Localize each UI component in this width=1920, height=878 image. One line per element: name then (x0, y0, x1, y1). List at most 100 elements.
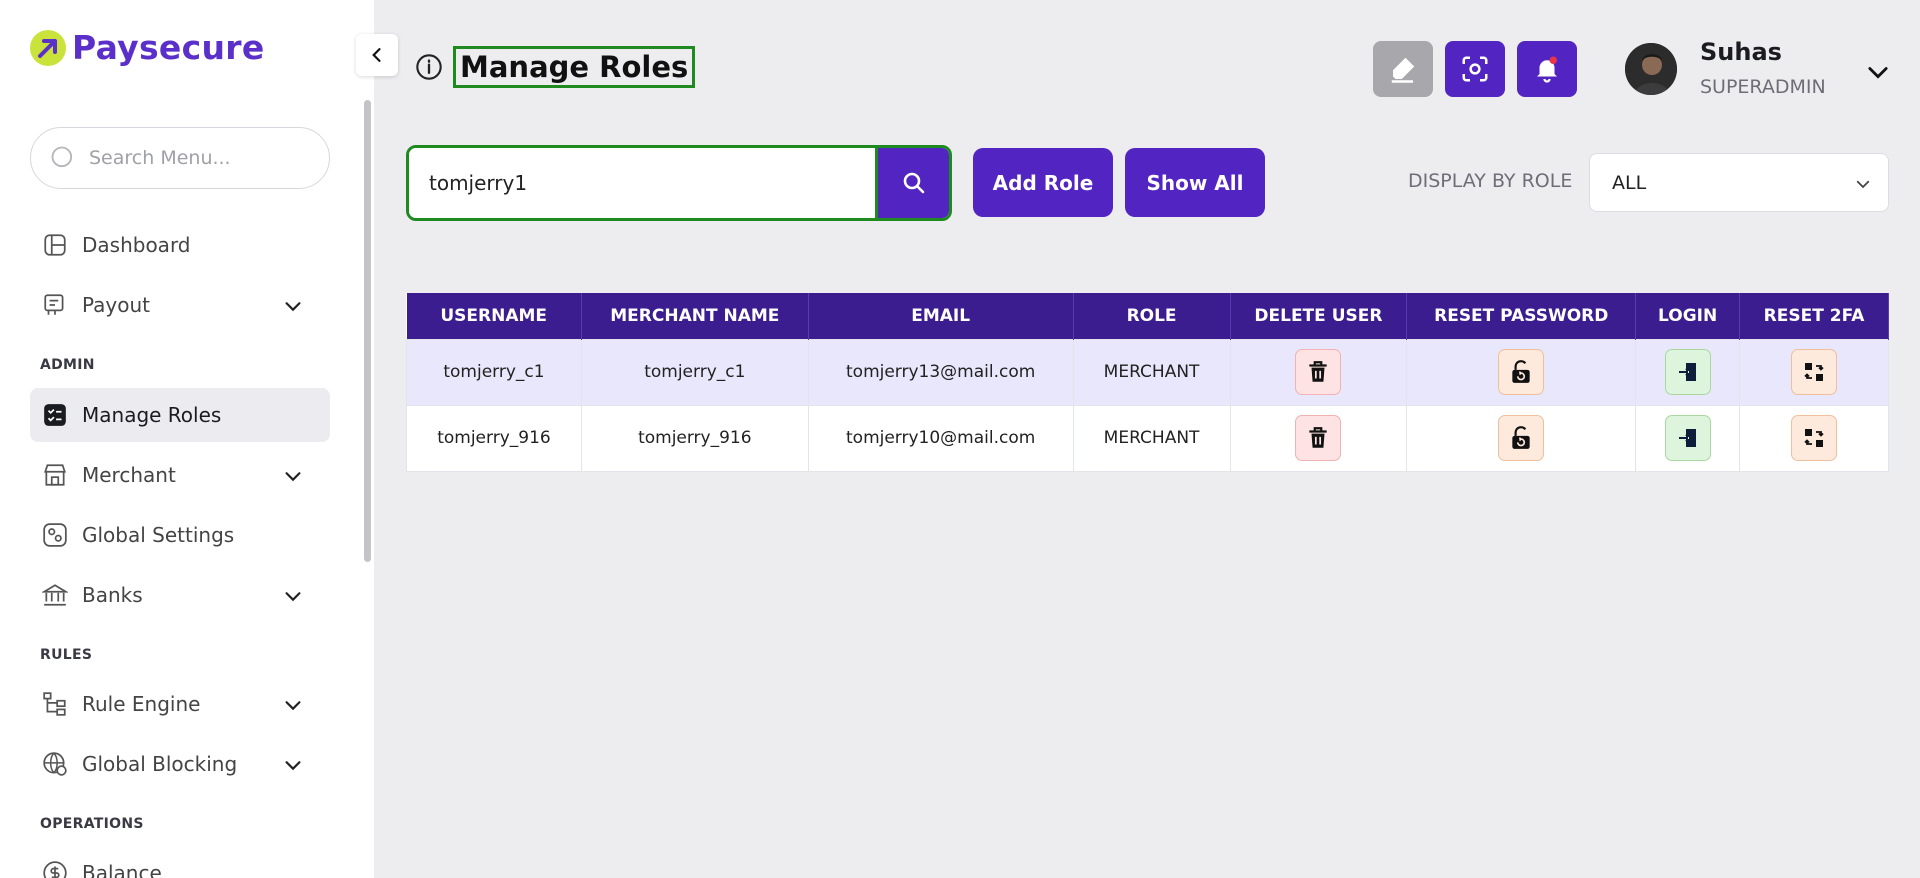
login-icon (1678, 363, 1696, 381)
chevron-left-icon (372, 48, 381, 62)
search-icon (51, 146, 73, 168)
qr-reset-icon (1804, 429, 1824, 447)
login-as-user-button[interactable] (1664, 349, 1711, 395)
column-header-merchant-name[interactable]: MERCHANT NAME (581, 293, 809, 339)
table-row[interactable]: tomjerry_916 tomjerry_916 tomjerry10@mai… (406, 404, 1889, 472)
sidebar-item-payout[interactable]: Payout (30, 278, 330, 332)
search-menu-input[interactable] (89, 147, 299, 169)
bank-icon (42, 584, 68, 606)
sidebar-item-merchant[interactable]: Merchant (30, 448, 330, 502)
sidebar-item-label: Balance (82, 861, 162, 878)
page-title: Manage Roles (453, 46, 696, 88)
chevron-down-icon (285, 592, 301, 602)
store-icon (44, 464, 66, 486)
sidebar-item-label: Payout (82, 293, 151, 317)
table-header-row: USERNAME MERCHANT NAME EMAIL ROLE DELETE… (406, 293, 1889, 339)
highlighter-button[interactable] (1373, 41, 1433, 97)
cell-username: tomjerry_916 (406, 404, 582, 472)
delete-user-button[interactable] (1295, 349, 1342, 395)
page-header: Manage Roles (415, 46, 696, 88)
column-header-login: LOGIN (1635, 293, 1741, 339)
sidebar-item-balance[interactable]: Balance (30, 846, 330, 878)
section-label-operations: OPERATIONS (40, 816, 144, 832)
search-icon (903, 172, 924, 194)
settings-sliders-icon (43, 523, 67, 547)
trash-icon (1309, 361, 1328, 382)
unlock-reset-icon (1512, 426, 1530, 449)
reset-2fa-button[interactable] (1791, 415, 1838, 461)
chevron-down-icon (1856, 180, 1870, 189)
notifications-button[interactable] (1517, 41, 1577, 97)
sidebar-item-label: Merchant (82, 463, 176, 487)
login-as-user-button[interactable] (1664, 415, 1711, 461)
trash-icon (1309, 427, 1328, 448)
chevron-down-icon (285, 761, 301, 771)
chevron-down-icon (285, 302, 301, 312)
screenshot-button[interactable] (1445, 41, 1505, 97)
sidebar-scrollbar[interactable] (364, 100, 371, 562)
column-header-reset-2fa: RESET 2FA (1739, 293, 1889, 339)
user-role: SUPERADMIN (1700, 76, 1826, 98)
roles-search-field[interactable] (406, 145, 952, 221)
sidebar-item-label: Global Blocking (82, 752, 238, 776)
column-header-email[interactable]: EMAIL (808, 293, 1074, 339)
search-menu-field[interactable] (30, 127, 330, 189)
sidebar-item-label: Global Settings (82, 523, 235, 547)
section-label-admin: ADMIN (40, 357, 95, 373)
add-role-button[interactable]: Add Role (973, 148, 1113, 217)
sidebar: Paysecure Dashboard Payout ADMIN Manage … (0, 0, 374, 878)
sidebar-item-label: Manage Roles (82, 403, 222, 427)
column-header-delete-user: DELETE USER (1230, 293, 1408, 339)
brand-name: Paysecure (72, 28, 265, 67)
display-by-role-label: DISPLAY BY ROLE (1408, 170, 1573, 192)
roles-table: USERNAME MERCHANT NAME EMAIL ROLE DELETE… (406, 293, 1889, 472)
avatar[interactable] (1625, 43, 1677, 95)
sidebar-item-label: Rule Engine (82, 692, 201, 716)
sidebar-item-global-settings[interactable]: Global Settings (30, 508, 330, 562)
reset-2fa-button[interactable] (1791, 349, 1838, 395)
collapse-sidebar-button[interactable] (356, 34, 398, 76)
payout-icon (44, 294, 64, 315)
section-label-rules: RULES (40, 647, 93, 663)
checklist-icon (44, 404, 66, 426)
dollar-icon (43, 861, 67, 878)
role-filter-select[interactable]: ALL (1589, 153, 1889, 212)
cell-username: tomjerry_c1 (406, 338, 582, 406)
column-header-role[interactable]: ROLE (1073, 293, 1231, 339)
delete-user-button[interactable] (1295, 415, 1342, 461)
sidebar-item-dashboard[interactable]: Dashboard (30, 218, 330, 272)
cell-email: tomjerry13@mail.com (807, 338, 1074, 406)
dashboard-icon (44, 234, 66, 256)
bell-icon (1537, 56, 1557, 83)
roles-search-input[interactable] (409, 148, 875, 218)
cell-merchant-name: tomjerry_c1 (580, 338, 809, 406)
sidebar-item-manage-roles[interactable]: Manage Roles (30, 388, 330, 442)
chevron-down-icon[interactable] (1864, 58, 1892, 86)
qr-reset-icon (1804, 363, 1824, 381)
info-icon[interactable] (415, 53, 443, 81)
scan-focus-icon (1462, 56, 1488, 82)
show-all-button[interactable]: Show All (1125, 148, 1265, 217)
chevron-down-icon (285, 472, 301, 482)
globe-block-icon (43, 752, 67, 776)
login-icon (1678, 429, 1696, 447)
search-button[interactable] (875, 148, 949, 218)
highlighter-icon (1391, 57, 1415, 83)
sidebar-item-label: Dashboard (82, 233, 191, 257)
cell-role: MERCHANT (1072, 404, 1231, 472)
user-name[interactable]: Suhas (1700, 38, 1782, 66)
sidebar-item-rule-engine[interactable]: Rule Engine (30, 677, 330, 731)
brand-logo[interactable]: Paysecure (30, 28, 265, 67)
logo-arrow-icon (30, 29, 66, 66)
reset-password-button[interactable] (1498, 349, 1545, 395)
cell-role: MERCHANT (1072, 338, 1231, 406)
reset-password-button[interactable] (1498, 415, 1545, 461)
hierarchy-icon (43, 692, 66, 716)
sidebar-item-global-blocking[interactable]: Global Blocking (30, 737, 330, 791)
column-header-username[interactable]: USERNAME (406, 293, 582, 339)
chevron-down-icon (285, 701, 301, 711)
table-row[interactable]: tomjerry_c1 tomjerry_c1 tomjerry13@mail.… (406, 338, 1889, 406)
role-filter-value: ALL (1612, 171, 1647, 194)
sidebar-item-label: Banks (82, 583, 143, 607)
sidebar-item-banks[interactable]: Banks (30, 568, 330, 622)
